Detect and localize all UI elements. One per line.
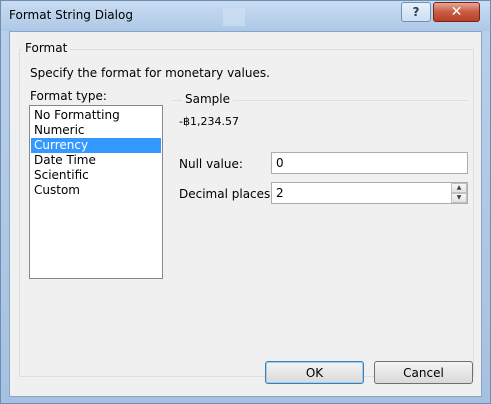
spin-down-button[interactable]: ▼: [451, 193, 467, 203]
close-button[interactable]: ✕: [433, 2, 480, 22]
sample-groupbox: Sample -฿1,234.57: [172, 92, 468, 144]
ok-button[interactable]: OK: [265, 361, 364, 384]
format-type-item-numeric[interactable]: Numeric: [31, 123, 161, 138]
format-string-dialog: Format String Dialog ? ✕ Format Specify …: [0, 0, 491, 404]
decimal-places-stepper[interactable]: ▲ ▼: [271, 182, 468, 204]
format-type-item-date-time[interactable]: Date Time: [31, 153, 161, 168]
chevron-up-icon: ▲: [456, 184, 462, 191]
format-type-item-scientific[interactable]: Scientific: [31, 168, 161, 183]
format-type-list[interactable]: No Formatting Numeric Currency Date Time…: [29, 105, 163, 279]
format-type-label: Format type:: [30, 89, 107, 103]
format-type-item-currency[interactable]: Currency: [31, 138, 161, 153]
format-type-item-no-formatting[interactable]: No Formatting: [31, 108, 161, 123]
dialog-body: Format Specify the format for monetary v…: [9, 31, 482, 397]
null-value-label: Null value:: [179, 157, 243, 171]
title-bar[interactable]: Format String Dialog ? ✕: [1, 1, 490, 31]
cancel-button[interactable]: Cancel: [374, 361, 473, 384]
decimal-places-label: Decimal places: [179, 187, 271, 201]
close-icon: ✕: [450, 4, 463, 20]
chevron-down-icon: ▼: [456, 194, 462, 201]
sample-title: Sample: [182, 92, 233, 106]
format-group-title: Format: [22, 41, 71, 55]
decimal-places-spinner: ▲ ▼: [451, 183, 467, 203]
format-description: Specify the format for monetary values.: [30, 66, 270, 80]
spin-up-button[interactable]: ▲: [451, 183, 467, 193]
sample-value: -฿1,234.57: [179, 115, 239, 128]
window-title: Format String Dialog: [9, 8, 133, 22]
null-value-input[interactable]: [271, 152, 468, 174]
help-button[interactable]: ?: [401, 2, 431, 22]
titlebar-background-artifact: [223, 8, 245, 26]
decimal-places-input[interactable]: [272, 183, 450, 203]
format-type-item-custom[interactable]: Custom: [31, 183, 161, 198]
